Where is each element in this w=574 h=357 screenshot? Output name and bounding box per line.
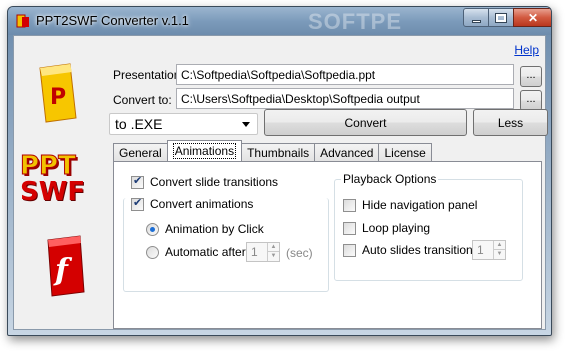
maximize-button[interactable] — [488, 8, 514, 27]
tab-thumbnails[interactable]: Thumbnails — [241, 143, 316, 161]
checkbox-box — [131, 196, 144, 211]
minimize-button[interactable] — [463, 8, 489, 27]
stepper-up-icon[interactable]: ▲ — [493, 241, 505, 250]
logo-swf-text: SWF — [20, 177, 86, 207]
stepper-down-icon[interactable]: ▼ — [493, 250, 505, 259]
convert-slide-transitions-checkbox[interactable]: Convert slide transitions — [131, 174, 278, 189]
window-title: PPT2SWF Converter v.1.1 — [36, 13, 189, 28]
tab-animations[interactable]: Animations — [166, 140, 243, 161]
logo-ppt-text: PPT — [20, 151, 77, 181]
output-browse-button[interactable]: ... — [520, 90, 542, 111]
presentation-label: Presentation: — [113, 68, 184, 82]
logo-column: P PPT SWF f — [14, 36, 106, 329]
client-area: P PPT SWF f Help Presentation: C:\Softpe… — [13, 35, 548, 330]
automatic-after-radio[interactable]: Automatic after — [146, 245, 246, 259]
tab-strip: General Animations Thumbnails Advanced L… — [113, 140, 432, 161]
output-format-value: to .EXE — [115, 116, 163, 132]
title-watermark: SOFTPE — [308, 9, 403, 34]
radio-dot — [146, 245, 159, 259]
maximize-icon — [495, 12, 507, 23]
auto-slides-stepper[interactable]: 1 ▲ ▼ — [472, 240, 506, 260]
close-button[interactable]: ✕ — [513, 8, 551, 27]
checkbox-box — [131, 174, 144, 189]
minimize-icon — [471, 19, 481, 23]
stepper-down-icon[interactable]: ▼ — [267, 252, 279, 261]
powerpoint-logo-icon: P — [39, 63, 77, 123]
presentation-input[interactable]: C:\Softpedia\Softpedia\Softpedia.ppt — [176, 64, 514, 85]
app-window: PPT2SWF Converter v.1.1 SOFTPE ✕ P PPT S… — [7, 6, 552, 336]
convert-animations-checkbox[interactable]: Convert animations — [131, 196, 257, 211]
checkbox-box — [343, 198, 356, 212]
hide-navigation-panel-checkbox[interactable]: Hide navigation panel — [343, 198, 477, 212]
stepper-up-icon[interactable]: ▲ — [267, 243, 279, 252]
tab-general[interactable]: General — [113, 143, 168, 161]
less-button[interactable]: Less — [473, 109, 548, 136]
tab-license[interactable]: License — [378, 143, 432, 161]
app-icon — [16, 14, 29, 28]
seconds-unit-label: (sec) — [286, 246, 313, 260]
close-icon: ✕ — [527, 10, 539, 25]
presentation-browse-button[interactable]: ... — [520, 66, 542, 87]
output-format-dropdown[interactable]: to .EXE — [109, 113, 258, 135]
convert-button[interactable]: Convert — [264, 109, 467, 136]
tab-advanced[interactable]: Advanced — [314, 143, 380, 161]
svg-text:P: P — [50, 85, 66, 110]
chevron-down-icon — [242, 121, 250, 127]
flash-logo-icon: f — [47, 235, 85, 297]
playback-options-title: Playback Options — [341, 172, 439, 186]
output-folder-input[interactable]: C:\Users\Softpedia\Desktop\Softpedia out… — [176, 88, 514, 109]
radio-dot — [146, 222, 159, 236]
convert-to-label: Convert to: — [113, 93, 172, 107]
title-bar[interactable]: PPT2SWF Converter v.1.1 SOFTPE ✕ — [8, 7, 551, 35]
help-link[interactable]: Help — [514, 43, 539, 57]
loop-playing-checkbox[interactable]: Loop playing — [343, 221, 430, 235]
auto-slides-transitions-checkbox[interactable]: Auto slides transitions — [343, 243, 479, 257]
checkbox-box — [343, 221, 356, 235]
automatic-after-stepper[interactable]: 1 ▲ ▼ — [246, 242, 280, 262]
animation-by-click-radio[interactable]: Animation by Click — [146, 222, 264, 236]
animations-panel: Convert slide transitions Convert animat… — [113, 161, 542, 329]
checkbox-box — [343, 243, 356, 257]
